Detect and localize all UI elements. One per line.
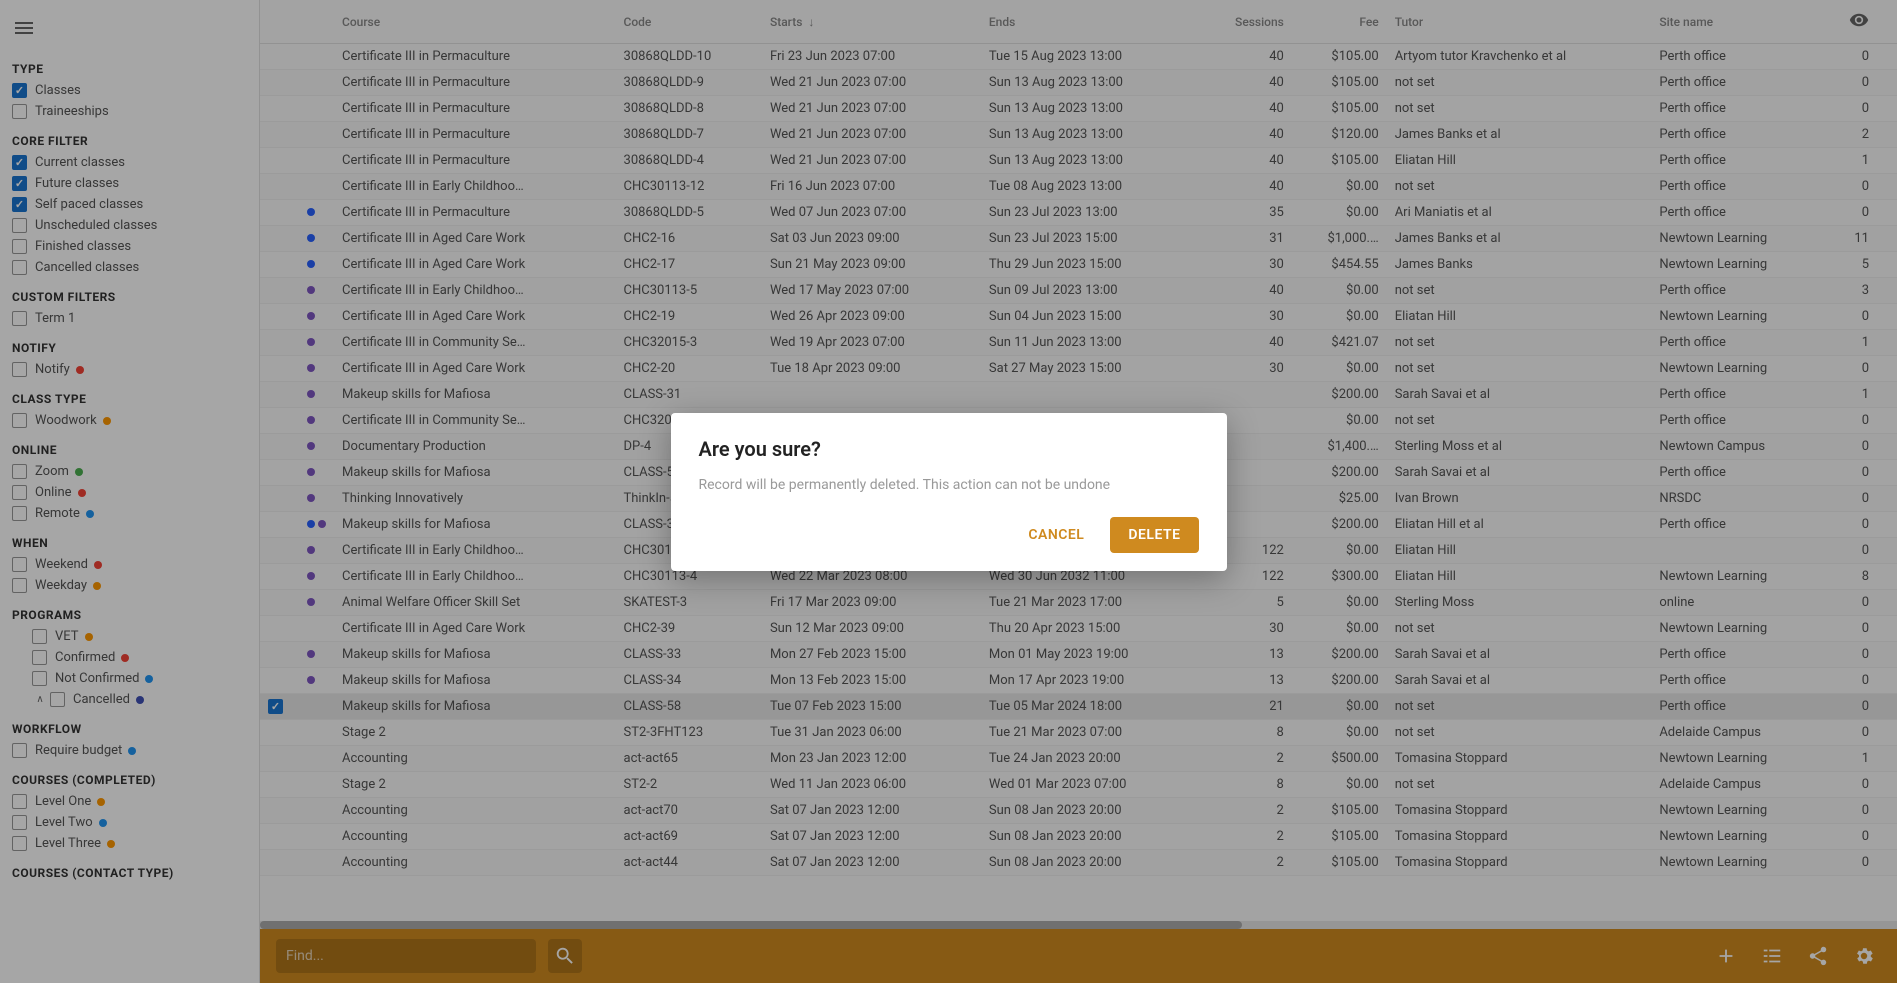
delete-button[interactable]: DELETE [1110,517,1198,553]
confirm-dialog: Are you sure? Record will be permanently… [671,413,1227,571]
modal-overlay: Are you sure? Record will be permanently… [0,0,1897,983]
dialog-body: Record will be permanently deleted. This… [699,477,1199,493]
dialog-title: Are you sure? [699,437,1199,461]
cancel-button[interactable]: CANCEL [1014,517,1098,553]
